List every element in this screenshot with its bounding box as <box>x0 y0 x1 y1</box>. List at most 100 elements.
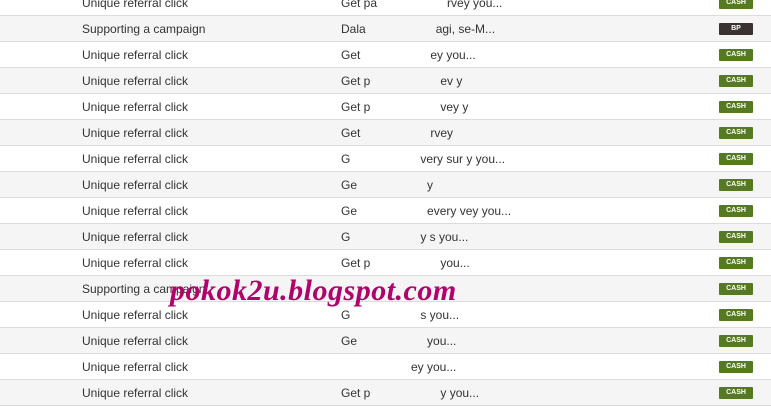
row-edge-mark <box>0 230 3 242</box>
bp-badge: BP <box>719 23 753 35</box>
activity-cell: Unique referral click <box>82 100 189 114</box>
cash-badge: CASH <box>719 257 753 269</box>
details-start: Ge <box>341 204 358 218</box>
activity-cell: Unique referral click <box>82 48 189 62</box>
details-end: ey you... <box>430 48 476 62</box>
table-row: Unique referral click Get p vey y CASH <box>0 94 771 120</box>
row-edge-mark <box>0 282 3 294</box>
activity-cell: Unique referral click <box>82 386 189 400</box>
details-cell: Ge you... <box>341 328 456 354</box>
details-start: Get p <box>341 100 371 114</box>
activity-cell: Unique referral click <box>82 360 189 374</box>
table-row: Unique referral click Get p you... CASH <box>0 250 771 276</box>
table-row: Unique referral click Gvery sur y you... C… <box>0 146 771 172</box>
table-row: Unique referral click Get p ev y CASH <box>0 68 771 94</box>
details-cell: Get p you... <box>341 250 470 276</box>
details-cell: Ge y <box>341 172 433 198</box>
table-row: Unique referral click Ge y CASH <box>0 172 771 198</box>
details-start: G <box>341 152 351 166</box>
details-start: Get p <box>341 256 371 270</box>
cash-badge: CASH <box>719 0 753 9</box>
row-edge-mark <box>0 256 3 268</box>
activity-cell: Unique referral click <box>82 0 189 10</box>
details-cell: Get p y you... <box>341 380 479 406</box>
cash-badge: CASH <box>719 179 753 191</box>
details-start: G <box>341 308 351 322</box>
details-cell: Get rvey <box>341 120 453 146</box>
cash-badge: CASH <box>719 231 753 243</box>
details-start: Ge <box>341 334 358 348</box>
row-edge-mark <box>0 360 3 372</box>
details-end: y you... <box>440 386 480 400</box>
details-cell: Get ey you... <box>341 42 476 68</box>
cash-badge: CASH <box>719 75 753 87</box>
details-end: rvey <box>430 126 454 140</box>
details-end: y s you... <box>420 230 469 244</box>
details-end: vey y <box>440 100 469 114</box>
activity-cell: Supporting a campaign <box>82 22 206 36</box>
cash-badge: CASH <box>719 387 753 399</box>
table-row: Unique referral click Ge every vey you... C… <box>0 198 771 224</box>
row-edge-mark <box>0 204 3 216</box>
row-edge-mark <box>0 74 3 86</box>
row-edge-mark <box>0 308 3 320</box>
details-cell: Get pa rvey you... <box>341 0 502 16</box>
activity-cell: Unique referral click <box>82 74 189 88</box>
cash-badge: CASH <box>719 127 753 139</box>
row-edge-mark <box>0 178 3 190</box>
transactions-table: Unique referral click Get pa rvey you... CA… <box>0 0 771 406</box>
table-row: Unique referral click Get rvey CASH <box>0 120 771 146</box>
cash-badge: CASH <box>719 335 753 347</box>
table-row: Unique referral click ey you... CASH <box>0 354 771 380</box>
table-row: Unique referral click Get p y you... CASH <box>0 380 771 406</box>
cash-badge: CASH <box>719 153 753 165</box>
table-row: Supporting a campaign Dala agi, se-M... BP <box>0 16 771 42</box>
activity-cell: Unique referral click <box>82 204 189 218</box>
details-start: Get p <box>341 386 371 400</box>
details-cell: Get p ev y <box>341 68 462 94</box>
details-start: Get <box>341 48 361 62</box>
row-edge-mark <box>0 48 3 60</box>
activity-cell: Unique referral click <box>82 256 189 270</box>
cash-badge: CASH <box>719 101 753 113</box>
row-edge-mark <box>0 22 3 34</box>
row-edge-mark <box>0 126 3 138</box>
details-end: you... <box>440 256 470 270</box>
details-cell: Get p vey y <box>341 94 468 120</box>
details-start: Get pa <box>341 0 378 10</box>
details-cell: Dala agi, se-M... <box>341 16 495 42</box>
table-row: Unique referral click Gy s you... CASH <box>0 224 771 250</box>
activity-cell: Unique referral click <box>82 152 189 166</box>
cash-badge: CASH <box>719 309 753 321</box>
details-start: Get p <box>341 74 371 88</box>
cash-badge: CASH <box>719 361 753 373</box>
details-start: G <box>341 230 351 244</box>
details-end: y <box>427 178 434 192</box>
table-row: Unique referral click Ge you... CASH <box>0 328 771 354</box>
details-end: ey you... <box>411 360 457 374</box>
cash-badge: CASH <box>719 49 753 61</box>
activity-cell: Unique referral click <box>82 334 189 348</box>
table-row: Unique referral click Get pa rvey you... CA… <box>0 0 771 16</box>
activity-cell: Unique referral click <box>82 126 189 140</box>
details-end: ev y <box>440 74 463 88</box>
details-end: agi, se-M... <box>435 22 496 36</box>
row-edge-mark <box>0 386 3 398</box>
details-start: Ge <box>341 178 358 192</box>
details-end: very sur y you... <box>420 152 506 166</box>
details-cell: Gy s you... <box>341 224 468 250</box>
details-start: Get <box>341 126 361 140</box>
details-end: you... <box>427 334 457 348</box>
cash-badge: CASH <box>719 283 753 295</box>
details-cell: ey you... <box>341 354 456 380</box>
details-start: Dala <box>341 22 366 36</box>
row-edge-mark <box>0 0 3 8</box>
details-end: rvey you... <box>447 0 503 10</box>
row-edge-mark <box>0 334 3 346</box>
table-row: Unique referral click Get ey you... CASH <box>0 42 771 68</box>
details-end: s you... <box>420 308 460 322</box>
cash-badge: CASH <box>719 205 753 217</box>
activity-cell: Unique referral click <box>82 230 189 244</box>
details-cell: Ge every vey you... <box>341 198 511 224</box>
activity-cell: Unique referral click <box>82 178 189 192</box>
